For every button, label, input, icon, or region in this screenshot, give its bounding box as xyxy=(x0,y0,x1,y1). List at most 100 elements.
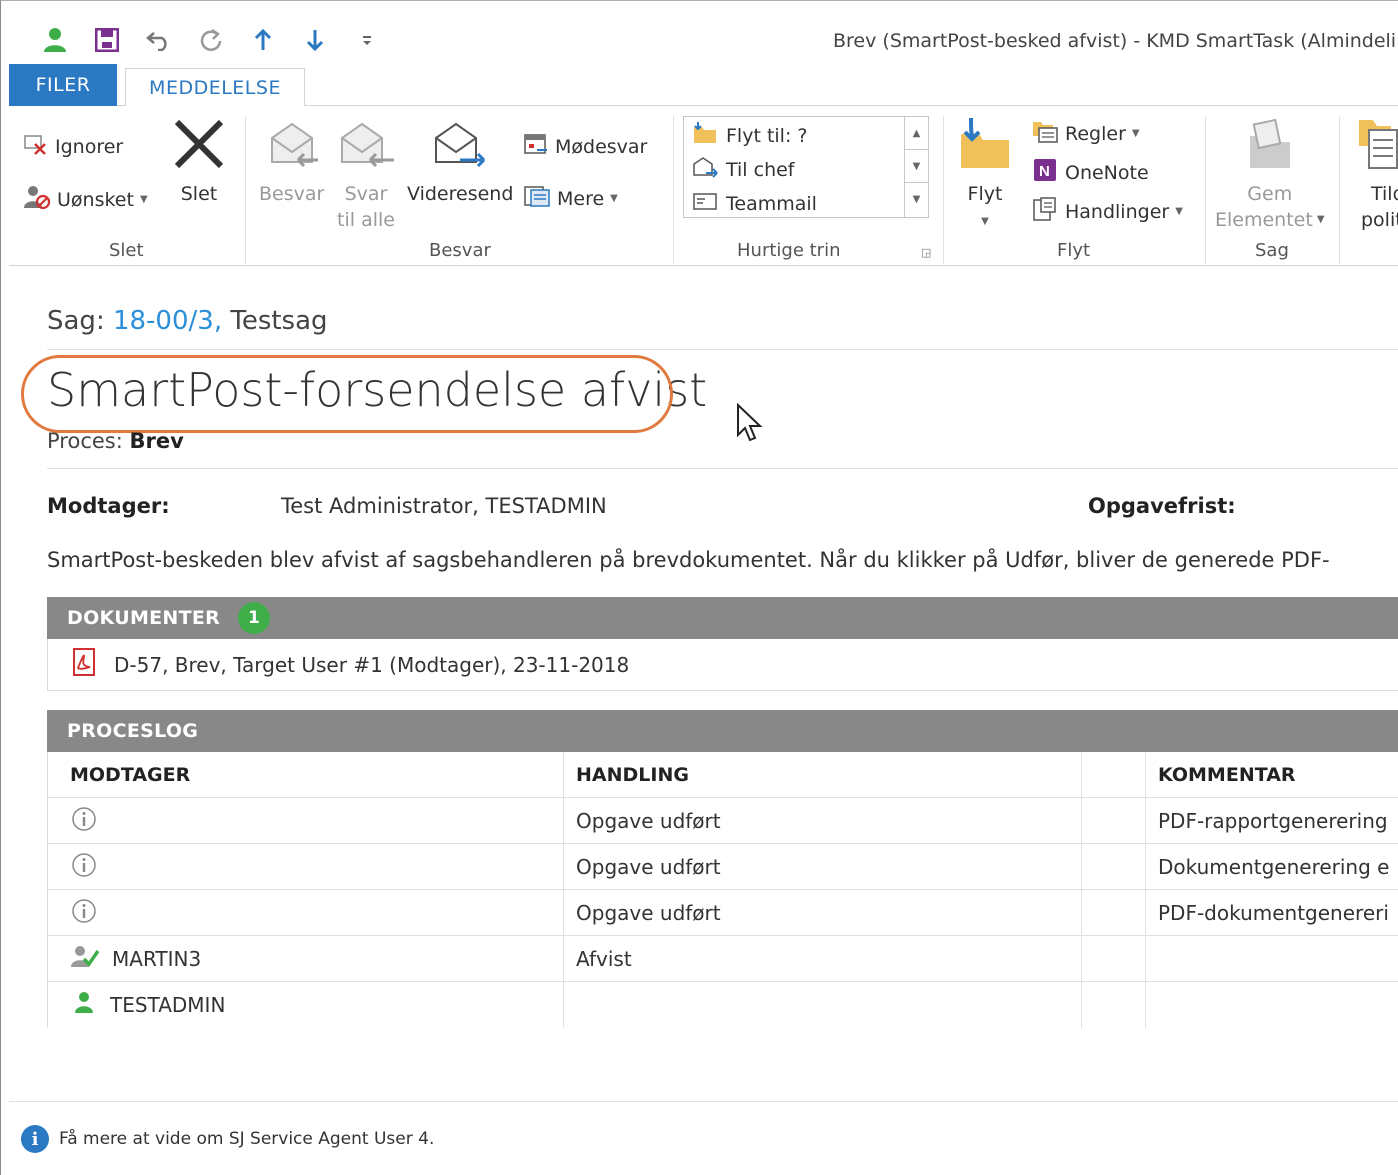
chevron-down-icon[interactable]: ▼ xyxy=(905,150,928,183)
tild-label-2: politi xyxy=(1361,209,1398,231)
group-label-sag: Sag xyxy=(1255,240,1289,261)
people-pane-footer[interactable]: i Få mere at vide om SJ Service Agent Us… xyxy=(21,1125,434,1153)
ignore-icon xyxy=(23,132,49,161)
videresend-button[interactable]: Videresend xyxy=(407,116,513,208)
case-prefix: Sag: xyxy=(47,306,105,336)
redo-icon[interactable] xyxy=(185,25,237,55)
column-divider xyxy=(1145,890,1146,936)
tild-politik-button[interactable]: Tild politi xyxy=(1351,116,1398,234)
person-icon[interactable] xyxy=(29,25,81,55)
column-divider xyxy=(1145,982,1146,1028)
save-icon[interactable] xyxy=(81,25,133,55)
quick-step-flyt-til[interactable]: Flyt til: ? xyxy=(692,121,807,150)
quick-step-label: Flyt til: ? xyxy=(726,124,808,147)
quick-access-toolbar xyxy=(29,25,393,55)
ignorer-label: Ignorer xyxy=(55,135,124,158)
description-text: SmartPost-beskeden blev afvist af sagsbe… xyxy=(47,548,1330,572)
user-check-icon xyxy=(70,945,100,974)
column-divider xyxy=(1081,936,1082,982)
table-row: TESTADMIN xyxy=(47,982,1398,1028)
tild-label-1: Tild xyxy=(1371,183,1398,205)
handlinger-button[interactable]: Handlinger ▼ xyxy=(1031,196,1183,227)
regler-button[interactable]: Regler ▼ xyxy=(1031,118,1140,149)
ribbon: Ignorer Uønsket ▼ Slet Slet Besvar Svar … xyxy=(9,106,1398,266)
slet-button[interactable]: Slet xyxy=(171,116,227,208)
column-divider xyxy=(1081,890,1082,936)
folder-move-icon xyxy=(692,121,718,150)
uonsket-button[interactable]: Uønsket ▼ xyxy=(23,184,148,215)
dialog-launcher-icon[interactable]: ◲ xyxy=(921,246,931,259)
quick-step-til-chef[interactable]: Til chef xyxy=(692,155,795,184)
gem-elementet-button[interactable]: Gem Elementet ▼ xyxy=(1215,116,1325,234)
modtager-cell xyxy=(70,890,110,936)
flyt-button-label: Flyt xyxy=(967,183,1003,205)
expand-gallery-icon[interactable]: ▼ xyxy=(905,183,928,216)
ribbon-separator xyxy=(1205,116,1206,264)
down-arrow-icon[interactable] xyxy=(289,25,341,55)
undo-icon[interactable] xyxy=(133,25,185,55)
onenote-button[interactable]: N OneNote xyxy=(1031,157,1149,188)
customize-icon[interactable] xyxy=(341,25,393,55)
column-divider xyxy=(563,936,564,982)
divider xyxy=(47,349,1398,350)
handling-cell: Opgave udført xyxy=(576,809,721,833)
highlight-oval xyxy=(21,355,673,433)
document-row[interactable]: D-57, Brev, Target User #1 (Modtager), 2… xyxy=(47,639,1398,691)
column-divider xyxy=(1145,798,1146,844)
divider xyxy=(9,1101,1398,1102)
quick-step-teammail[interactable]: Teammail xyxy=(692,189,817,218)
tab-filer[interactable]: FILER xyxy=(9,64,117,106)
column-divider xyxy=(563,982,564,1028)
documents-header-label: DOKUMENTER xyxy=(67,607,221,629)
modtager-cell xyxy=(70,844,110,890)
case-line: Sag: 18-00/3, Testsag xyxy=(47,306,328,336)
column-header-kommentar[interactable]: KOMMENTAR xyxy=(1158,752,1296,798)
modtager-cell: TESTADMIN xyxy=(70,982,225,1028)
besvar-label: Besvar xyxy=(259,183,325,205)
quick-step-label: Til chef xyxy=(726,158,795,181)
process-log-table: MODTAGER HANDLING KOMMENTAR Opgave udfør… xyxy=(47,752,1398,1028)
column-divider xyxy=(1145,752,1146,798)
column-divider xyxy=(1081,752,1082,798)
table-header-row: MODTAGER HANDLING KOMMENTAR xyxy=(47,752,1398,798)
column-divider xyxy=(1081,798,1082,844)
column-divider xyxy=(563,890,564,936)
documents-section-header: DOKUMENTER 1 xyxy=(47,597,1398,639)
videresend-label: Videresend xyxy=(407,183,514,205)
quick-steps-scrollbar[interactable]: ▲ ▼ ▼ xyxy=(904,117,928,217)
footer-text[interactable]: Få mere at vide om SJ Service Agent User… xyxy=(59,1129,434,1149)
column-divider xyxy=(563,752,564,798)
document-link[interactable]: D-57, Brev, Target User #1 (Modtager), 2… xyxy=(114,653,629,677)
mere-button[interactable]: Mere ▼ xyxy=(523,184,618,213)
flyt-button[interactable]: Flyt ▼ xyxy=(957,116,1013,236)
recipient-label: Modtager: xyxy=(47,494,170,518)
ignorer-button[interactable]: Ignorer xyxy=(23,132,123,161)
column-divider xyxy=(1081,844,1082,890)
svar-til-alle-button[interactable]: Svar til alle xyxy=(336,116,396,234)
up-arrow-icon[interactable] xyxy=(237,25,289,55)
svg-text:N: N xyxy=(1039,163,1050,180)
kommentar-cell: Dokumentgenerering e xyxy=(1158,855,1390,879)
chevron-up-icon[interactable]: ▲ xyxy=(905,117,928,150)
besvar-button[interactable]: Besvar xyxy=(259,116,324,208)
handling-cell: Afvist xyxy=(576,947,632,971)
case-number-link[interactable]: 18-00/3, xyxy=(113,306,222,336)
column-divider xyxy=(563,844,564,890)
group-label-flyt: Flyt xyxy=(1057,240,1091,261)
column-header-modtager[interactable]: MODTAGER xyxy=(70,752,190,798)
pdf-icon xyxy=(72,648,96,681)
gem-label-1: Gem xyxy=(1247,183,1293,205)
divider xyxy=(47,468,1398,469)
svar-til-alle-label-1: Svar xyxy=(344,183,388,205)
tab-meddelelse[interactable]: MEDDELELSE xyxy=(125,68,305,107)
documents-count-badge: 1 xyxy=(238,602,271,634)
kommentar-cell: PDF-dokumentgenereri xyxy=(1158,901,1389,925)
reply-all-icon xyxy=(336,116,396,180)
ribbon-separator xyxy=(943,116,944,264)
handlinger-label: Handlinger xyxy=(1065,200,1170,223)
policy-icon xyxy=(1351,116,1398,180)
group-label-slet: Slet xyxy=(109,240,144,261)
forward-icon xyxy=(430,116,490,180)
column-header-handling[interactable]: HANDLING xyxy=(576,752,689,798)
modesvar-button[interactable]: Mødesvar xyxy=(523,132,647,161)
